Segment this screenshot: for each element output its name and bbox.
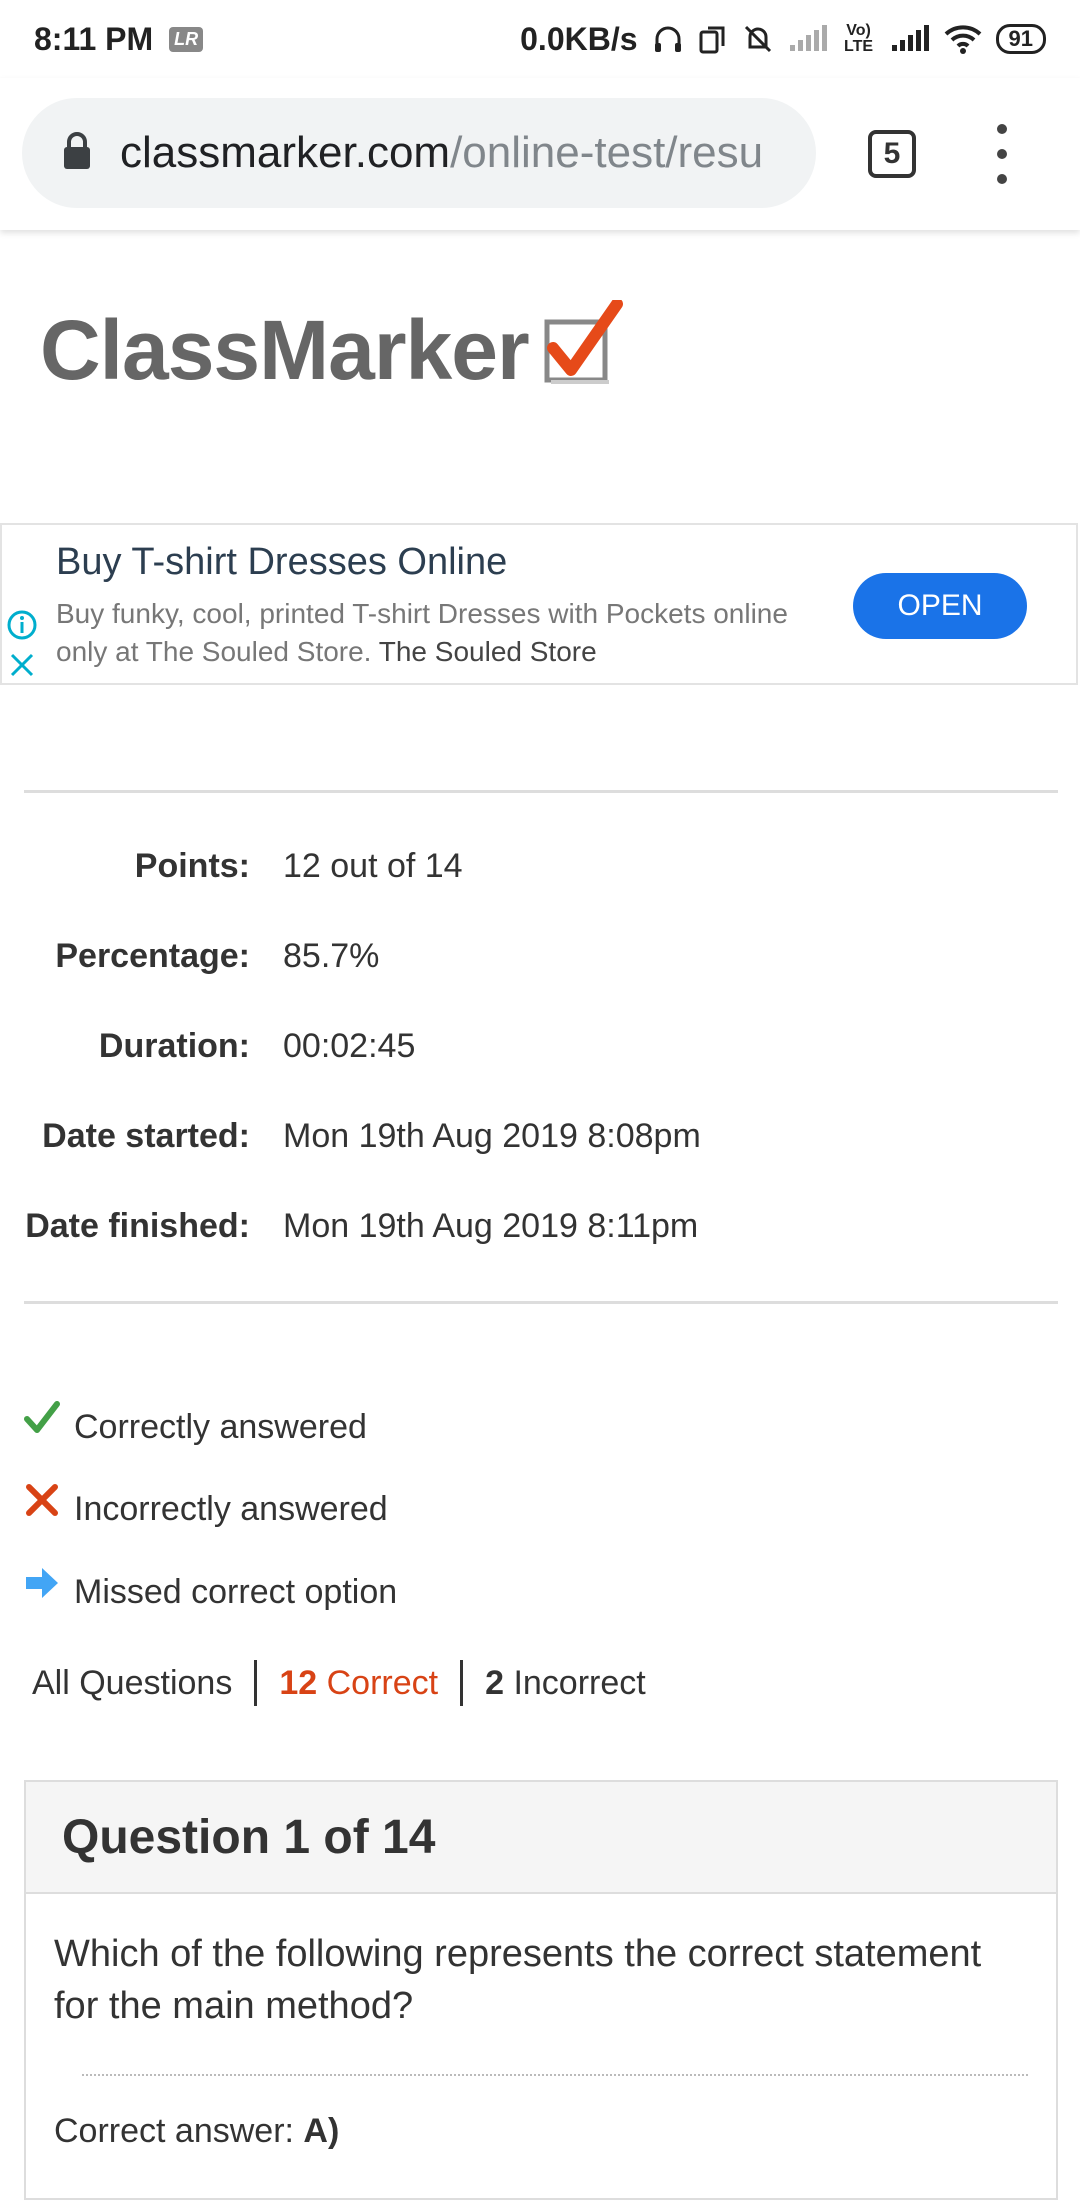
headphones-icon bbox=[652, 23, 684, 55]
url-domain: classmarker.com bbox=[120, 128, 451, 177]
correct-answer-value: A) bbox=[303, 2112, 340, 2150]
ad-open-button[interactable]: OPEN bbox=[853, 573, 1027, 639]
volte-icon: Vo) LTE bbox=[844, 22, 874, 55]
net-speed: 0.0KB/s bbox=[520, 20, 638, 57]
correct-answer-label: Correct answer: bbox=[54, 2112, 294, 2150]
result-row-date-started: Date started: Mon 19th Aug 2019 8:08pm bbox=[0, 1111, 1080, 1161]
filter-all-questions[interactable]: All Questions bbox=[32, 1664, 232, 1703]
signal-weak-icon bbox=[788, 25, 828, 53]
menu-dot bbox=[997, 174, 1007, 184]
cross-icon bbox=[24, 1483, 60, 1519]
result-row-points: Points: 12 out of 14 bbox=[0, 841, 1080, 891]
classmarker-logo[interactable]: ClassMarker bbox=[40, 298, 623, 399]
result-label: Percentage: bbox=[55, 936, 250, 975]
result-row-date-finished: Date finished: Mon 19th Aug 2019 8:11pm bbox=[0, 1201, 1080, 1251]
ad-title[interactable]: Buy T-shirt Dresses Online bbox=[56, 541, 507, 584]
result-row-duration: Duration: 00:02:45 bbox=[0, 1021, 1080, 1071]
arrow-right-icon bbox=[24, 1566, 60, 1602]
lock-icon bbox=[62, 131, 92, 175]
menu-dot bbox=[997, 124, 1007, 134]
result-value: 00:02:45 bbox=[283, 1026, 416, 1065]
ad-close-icon[interactable] bbox=[8, 651, 36, 684]
ad-info-icon[interactable] bbox=[6, 609, 38, 646]
results-top-divider bbox=[24, 790, 1058, 793]
result-value: Mon 19th Aug 2019 8:11pm bbox=[283, 1206, 699, 1245]
wifi-icon bbox=[944, 24, 982, 54]
result-label: Date started: bbox=[42, 1116, 250, 1155]
question-header: Question 1 of 14 bbox=[26, 1782, 1056, 1894]
results-bottom-divider bbox=[24, 1301, 1058, 1304]
address-bar[interactable]: classmarker.com/online-test/resu bbox=[22, 98, 816, 208]
browser-menu-button[interactable] bbox=[988, 124, 1016, 184]
legend-incorrect-label: Incorrectly answered bbox=[74, 1490, 388, 1528]
result-label: Duration: bbox=[98, 1026, 250, 1065]
menu-dot bbox=[997, 149, 1007, 159]
question-filters: All Questions 12 Correct 2 Incorrect bbox=[32, 1660, 646, 1706]
question-text: Which of the following represents the co… bbox=[54, 1933, 982, 2027]
filter-separator bbox=[254, 1660, 258, 1706]
signal-full-icon bbox=[890, 25, 930, 53]
result-value: 12 out of 14 bbox=[283, 846, 463, 885]
filter-incorrect-count: 2 bbox=[485, 1663, 504, 1702]
logo-text: ClassMarker bbox=[40, 303, 530, 397]
filter-incorrect-label: Incorrect bbox=[513, 1663, 646, 1702]
lr-app-icon: LR bbox=[169, 26, 204, 52]
filter-incorrect[interactable]: 2 Incorrect bbox=[485, 1664, 646, 1703]
legend-missed-label: Missed correct option bbox=[74, 1573, 398, 1611]
correct-answer: Correct answer: A) bbox=[54, 2112, 339, 2151]
ad-brand: The Souled Store bbox=[378, 636, 597, 667]
tab-switcher-button[interactable]: 5 bbox=[868, 130, 916, 178]
logo-checkbox-icon bbox=[537, 298, 623, 391]
status-time: 8:11 PM bbox=[34, 20, 154, 57]
ad-banner[interactable]: Buy T-shirt Dresses Online Buy funky, co… bbox=[0, 523, 1078, 685]
legend-correct: Correctly answered bbox=[24, 1400, 367, 1447]
checkmark-icon bbox=[24, 1400, 60, 1437]
screen-copy-icon bbox=[698, 23, 728, 55]
url-path: /online-test/resu bbox=[450, 128, 764, 177]
filter-correct-count: 12 bbox=[279, 1663, 318, 1702]
result-value: 85.7% bbox=[283, 936, 380, 975]
result-label: Date finished: bbox=[25, 1206, 250, 1245]
filter-correct-label: Correct bbox=[326, 1663, 439, 1702]
filter-correct[interactable]: 12 Correct bbox=[279, 1664, 438, 1703]
legend-correct-label: Correctly answered bbox=[74, 1408, 367, 1446]
result-label: Points: bbox=[134, 846, 250, 885]
result-value: Mon 19th Aug 2019 8:08pm bbox=[283, 1116, 701, 1155]
legend-incorrect: Incorrectly answered bbox=[24, 1483, 388, 1529]
question-card: Question 1 of 14 Which of the following … bbox=[24, 1780, 1058, 2200]
mute-bell-icon bbox=[742, 23, 774, 55]
status-bar: 8:11 PM LR 0.0KB/s Vo) LTE 91 bbox=[0, 0, 1080, 78]
browser-toolbar: classmarker.com/online-test/resu 5 bbox=[0, 78, 1080, 230]
question-dotted-divider bbox=[82, 2074, 1028, 2076]
legend-missed: Missed correct option bbox=[24, 1567, 398, 1612]
battery-icon: 91 bbox=[995, 24, 1046, 54]
result-row-percentage: Percentage: 85.7% bbox=[0, 931, 1080, 981]
filter-separator bbox=[460, 1660, 464, 1706]
ad-description: Buy funky, cool, printed T-shirt Dresses… bbox=[56, 595, 816, 671]
